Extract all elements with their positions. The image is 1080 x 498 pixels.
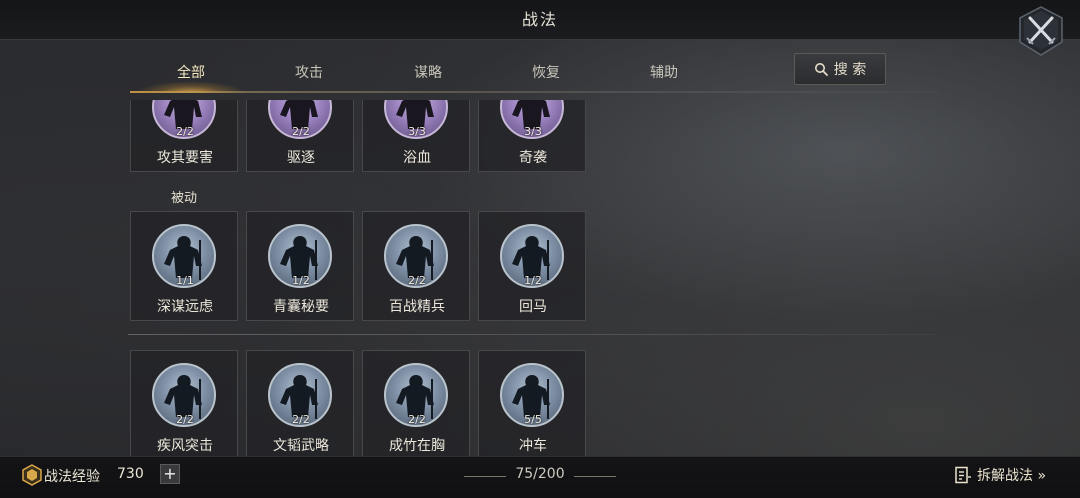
tactic-count: 2/2	[176, 413, 194, 426]
tactic-name: 深谋远虑	[157, 299, 213, 315]
tab-attack[interactable]: 攻击	[254, 55, 364, 91]
close-button[interactable]	[1018, 6, 1064, 56]
tactic-count: 2/2	[408, 274, 426, 287]
tactic-count: 5/5	[524, 413, 542, 426]
tactic-card[interactable]: 5/5 冲车	[478, 350, 586, 456]
tactic-name: 攻其要害	[157, 150, 213, 166]
tab-label: 全部	[177, 65, 205, 81]
tactic-card[interactable]: 2/2 攻其要害	[130, 100, 238, 172]
tactic-count: 1/2	[524, 274, 542, 287]
tactic-card[interactable]: 2/2 疾风突击	[130, 350, 238, 456]
tactic-name: 疾风突击	[157, 438, 213, 454]
tactic-exp-value: 730	[117, 466, 144, 482]
tactic-count: 2/2	[292, 413, 310, 426]
tactic-capacity-count: 75/200	[515, 466, 565, 482]
tab-all[interactable]: 全部	[136, 55, 246, 93]
document-list-icon	[955, 466, 971, 484]
tactic-count: 2/2	[292, 125, 310, 138]
tactic-card[interactable]: 2/2 百战精兵	[362, 211, 470, 321]
page-title: 战法	[521, 10, 558, 29]
tactic-card[interactable]: 2/2 成竹在胸	[362, 350, 470, 456]
tactic-count: 2/2	[176, 125, 194, 138]
tactic-exp-label: 战法经验	[44, 469, 100, 485]
tactic-name: 奇袭	[519, 150, 547, 166]
tactic-exp-badge-icon	[22, 464, 42, 486]
tactic-card[interactable]: 1/1 深谋远虑	[130, 211, 238, 321]
tactic-count: 1/1	[176, 274, 194, 287]
search-button[interactable]: 搜 索	[794, 53, 886, 85]
search-icon	[814, 63, 828, 76]
tab-label: 攻击	[295, 65, 323, 81]
tab-label: 谋略	[414, 65, 442, 81]
tab-strategy[interactable]: 谋略	[373, 55, 483, 91]
tactic-count: 1/2	[292, 274, 310, 287]
search-label: 搜 索	[833, 62, 867, 78]
tactic-count: 3/3	[408, 125, 426, 138]
tab-label: 辅助	[650, 65, 678, 81]
tactic-card[interactable]: 3/3 浴血	[362, 100, 470, 172]
tab-support[interactable]: 辅助	[609, 55, 719, 91]
tactic-name: 青囊秘要	[273, 299, 329, 315]
disassemble-label: 拆解战法 »	[977, 468, 1047, 484]
disassemble-tactics-button[interactable]: 拆解战法 »	[954, 464, 1046, 486]
tactic-name: 浴血	[403, 150, 431, 166]
tactic-count: 2/2	[408, 413, 426, 426]
tab-underline	[130, 91, 940, 93]
section-label-passive: 被动	[170, 191, 197, 206]
tactic-name: 百战精兵	[389, 299, 445, 315]
tactic-count: 3/3	[524, 125, 542, 138]
add-exp-button[interactable]: +	[160, 464, 180, 484]
tactic-card[interactable]: 1/2 青囊秘要	[246, 211, 354, 321]
section-divider	[128, 334, 936, 335]
tactic-card[interactable]: 3/3 奇袭	[478, 100, 586, 172]
tactic-card[interactable]: 2/2 驱逐	[246, 100, 354, 172]
crossed-swords-close-icon	[1019, 6, 1063, 56]
tab-label: 恢复	[532, 65, 560, 81]
tactic-name: 回马	[519, 299, 547, 315]
tactics-list[interactable]: 2/2 攻其要害 2/2 驱逐 3/3 浴血 3/3 奇袭 被动 1/1 深谋远…	[128, 100, 938, 456]
tactic-card[interactable]: 2/2 文韬武略	[246, 350, 354, 456]
tactic-name: 文韬武略	[273, 438, 329, 454]
tactic-card[interactable]: 1/2 回马	[478, 211, 586, 321]
page-count-line-right	[574, 476, 616, 477]
tab-recovery[interactable]: 恢复	[491, 55, 601, 91]
tactic-name: 驱逐	[287, 150, 315, 166]
tactic-name: 冲车	[519, 438, 547, 454]
tactic-name: 成竹在胸	[389, 438, 445, 454]
